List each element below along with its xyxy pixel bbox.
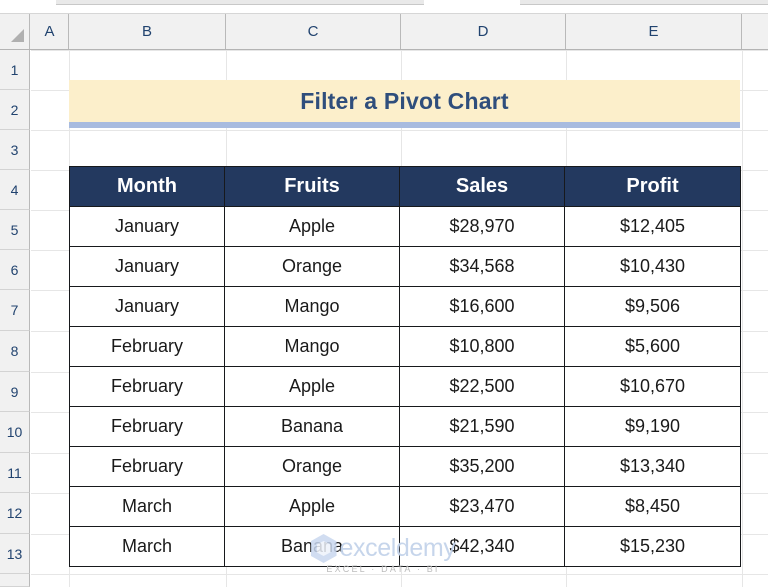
cell-profit[interactable]: $10,430 [564,246,741,287]
column-header-d[interactable]: D [401,14,566,49]
column-header-f-partial[interactable] [742,14,768,49]
row-header-3[interactable]: 3 [0,130,30,170]
cell-month[interactable]: March [69,486,225,527]
select-all-button[interactable] [0,14,30,49]
title-underline-bar [69,122,740,128]
cell-fruits[interactable]: Banana [224,406,400,447]
cell-fruits[interactable]: Orange [224,446,400,487]
column-header-e[interactable]: E [566,14,742,49]
column-header-sales[interactable]: Sales [399,166,565,207]
column-header-b[interactable]: B [69,14,226,49]
row-header-5[interactable]: 5 [0,210,30,250]
column-header-fruits[interactable]: Fruits [224,166,400,207]
cell-profit[interactable]: $12,405 [564,206,741,247]
cell-sales[interactable]: $35,200 [399,446,565,487]
cell-fruits[interactable]: Apple [224,366,400,407]
cell-sales[interactable]: $42,340 [399,526,565,567]
column-header-profit[interactable]: Profit [564,166,741,207]
row-header-11[interactable]: 11 [0,453,30,493]
data-table-container: Month Fruits Sales Profit January Apple … [69,166,741,567]
cell-sales[interactable]: $21,590 [399,406,565,447]
column-header-a[interactable]: A [31,14,69,49]
cell-profit[interactable]: $10,670 [564,366,741,407]
cell-profit[interactable]: $13,340 [564,446,741,487]
row-header-10[interactable]: 10 [0,412,30,453]
cell-profit[interactable]: $5,600 [564,326,741,367]
cell-month[interactable]: January [69,246,225,287]
cell-profit[interactable]: $9,506 [564,286,741,327]
cell-month[interactable]: January [69,206,225,247]
table-row[interactable]: March Banana $42,340 $15,230 [69,526,741,567]
cell-month[interactable]: January [69,286,225,327]
row-header-1[interactable]: 1 [0,50,30,90]
cell-sales[interactable]: $28,970 [399,206,565,247]
cell-sales[interactable]: $10,800 [399,326,565,367]
title-banner: Filter a Pivot Chart [69,80,740,122]
row-header-7[interactable]: 7 [0,290,30,331]
row-header-13[interactable]: 13 [0,534,30,574]
table-header-row: Month Fruits Sales Profit [69,166,741,207]
row-header-9[interactable]: 9 [0,372,30,412]
cell-month[interactable]: February [69,326,225,367]
cell-sales[interactable]: $16,600 [399,286,565,327]
row-header-6[interactable]: 6 [0,250,30,290]
row-header-4[interactable]: 4 [0,170,30,210]
table-row[interactable]: February Orange $35,200 $13,340 [69,446,741,487]
column-header-month[interactable]: Month [69,166,225,207]
data-table: Month Fruits Sales Profit January Apple … [69,166,741,567]
cell-fruits[interactable]: Mango [224,286,400,327]
row-header-12[interactable]: 12 [0,493,30,534]
cell-profit[interactable]: $9,190 [564,406,741,447]
cell-fruits[interactable]: Apple [224,486,400,527]
cell-month[interactable]: February [69,406,225,447]
row-header-14-partial[interactable] [0,574,30,587]
table-row[interactable]: January Orange $34,568 $10,430 [69,246,741,287]
cell-profit[interactable]: $8,450 [564,486,741,527]
row-header-8[interactable]: 8 [0,331,30,372]
table-body: January Apple $28,970 $12,405 January Or… [69,206,741,567]
table-row[interactable]: January Mango $16,600 $9,506 [69,286,741,327]
cell-fruits[interactable]: Mango [224,326,400,367]
table-row[interactable]: February Mango $10,800 $5,600 [69,326,741,367]
select-all-triangle-icon [11,29,24,42]
cell-month[interactable]: February [69,446,225,487]
cell-sales[interactable]: $22,500 [399,366,565,407]
page-title: Filter a Pivot Chart [300,87,509,114]
table-row[interactable]: March Apple $23,470 $8,450 [69,486,741,527]
cell-fruits[interactable]: Orange [224,246,400,287]
column-header-bar: A B C D E [0,14,768,50]
spreadsheet-window: A B C D E 1 2 3 4 5 6 7 8 9 10 11 12 13 … [0,0,768,587]
column-header-c[interactable]: C [226,14,401,49]
cell-profit[interactable]: $15,230 [564,526,741,567]
window-top-strip [0,0,768,14]
cell-month[interactable]: February [69,366,225,407]
cell-fruits[interactable]: Apple [224,206,400,247]
table-row[interactable]: February Banana $21,590 $9,190 [69,406,741,447]
table-row[interactable]: February Apple $22,500 $10,670 [69,366,741,407]
cell-sales[interactable]: $34,568 [399,246,565,287]
cell-month[interactable]: March [69,526,225,567]
row-header-2[interactable]: 2 [0,90,30,130]
cell-sales[interactable]: $23,470 [399,486,565,527]
table-row[interactable]: January Apple $28,970 $12,405 [69,206,741,247]
cell-fruits[interactable]: Banana [224,526,400,567]
